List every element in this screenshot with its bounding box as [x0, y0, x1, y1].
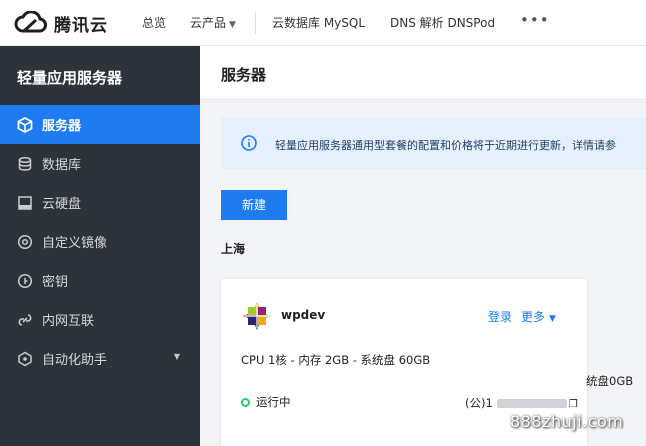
nav-mysql[interactable]: 云数据库 MySQL — [272, 15, 365, 31]
nav-products[interactable]: 云产品 ▼ — [190, 15, 236, 33]
sidebar-item-custom-image[interactable]: 自定义镜像 — [0, 222, 200, 261]
sidebar: 轻量应用服务器 服务器 数据库 云硬盘 自定义镜像 密钥 内网互联 自动化助手 … — [0, 46, 200, 446]
caret-down-icon: ▼ — [229, 20, 236, 30]
ip-redacted — [496, 399, 567, 408]
running-status-icon — [241, 397, 250, 407]
top-nav-bar: 腾讯云 总览 云产品 ▼ 云数据库 MySQL DNS 解析 DNSPod ••• — [0, 0, 646, 46]
watermark: 888zhuji.com — [510, 412, 624, 431]
nav-divider — [255, 12, 256, 34]
status-text: 运行中 — [256, 395, 291, 409]
sidebar-item-automation[interactable]: 自动化助手 ▼ — [0, 339, 200, 378]
status-badge: 运行中 — [241, 394, 291, 410]
sidebar-item-label: 自动化助手 — [42, 353, 108, 368]
sidebar-item-cloud-disk[interactable]: 云硬盘 — [0, 183, 200, 222]
sidebar-item-servers[interactable]: 服务器 — [0, 105, 200, 144]
page-header: 服务器 — [200, 46, 646, 100]
link-icon — [17, 312, 33, 328]
notice-text: 轻量应用服务器通用型套餐的配置和价格将于近期进行更新，详情请参 — [275, 139, 616, 152]
sidebar-title: 轻量应用服务器 — [17, 69, 123, 87]
sidebar-item-label: 内网互联 — [42, 314, 95, 329]
more-label: 更多 — [521, 310, 546, 324]
sidebar-item-label: 数据库 — [42, 158, 82, 173]
key-icon — [17, 273, 33, 289]
nav-dnspod[interactable]: DNS 解析 DNSPod — [390, 15, 495, 31]
info-icon — [241, 135, 257, 155]
caret-down-icon: ▼ — [549, 314, 556, 324]
sidebar-item-database[interactable]: 数据库 — [0, 144, 200, 183]
sidebar-item-label: 密钥 — [42, 275, 69, 290]
sidebar-item-label: 云硬盘 — [42, 197, 82, 212]
nav-overview[interactable]: 总览 — [142, 15, 166, 31]
disk-icon — [17, 195, 33, 211]
centos-logo-icon — [242, 301, 272, 335]
cloud-logo-icon — [14, 11, 47, 33]
sidebar-item-vpc-link[interactable]: 内网互联 — [0, 300, 200, 339]
server-name[interactable]: wpdev — [281, 308, 325, 322]
public-ip[interactable]: (公)1 ❐ — [465, 395, 578, 411]
database-icon — [17, 156, 33, 172]
notice-banner: 轻量应用服务器通用型套餐的配置和价格将于近期进行更新，详情请参 — [221, 118, 646, 169]
region-label: 上海 — [221, 242, 246, 256]
robot-icon — [17, 351, 33, 367]
sidebar-item-keys[interactable]: 密钥 — [0, 261, 200, 300]
nav-products-label: 云产品 — [190, 16, 227, 30]
sidebar-item-label: 自定义镜像 — [42, 236, 108, 251]
tencent-cloud-logo[interactable]: 腾讯云 — [14, 10, 108, 36]
more-menu[interactable]: 更多 ▼ — [521, 308, 556, 325]
more-nav-icon[interactable]: ••• — [520, 11, 550, 29]
login-link[interactable]: 登录 — [488, 308, 512, 325]
ip-label: (公)1 — [465, 396, 493, 410]
copy-icon[interactable]: ❐ — [569, 399, 578, 410]
partial-specs-text: 统盘0GB — [586, 374, 634, 388]
page-title: 服务器 — [221, 66, 267, 84]
brand-name: 腾讯云 — [54, 15, 108, 36]
server-specs: CPU 1核 - 内存 2GB - 系统盘 60GB — [241, 353, 431, 367]
sidebar-item-label: 服务器 — [42, 119, 82, 134]
new-server-button[interactable]: 新建 — [221, 190, 287, 220]
image-icon — [17, 234, 33, 250]
cube-icon — [17, 116, 33, 133]
chevron-down-icon: ▼ — [173, 352, 180, 361]
